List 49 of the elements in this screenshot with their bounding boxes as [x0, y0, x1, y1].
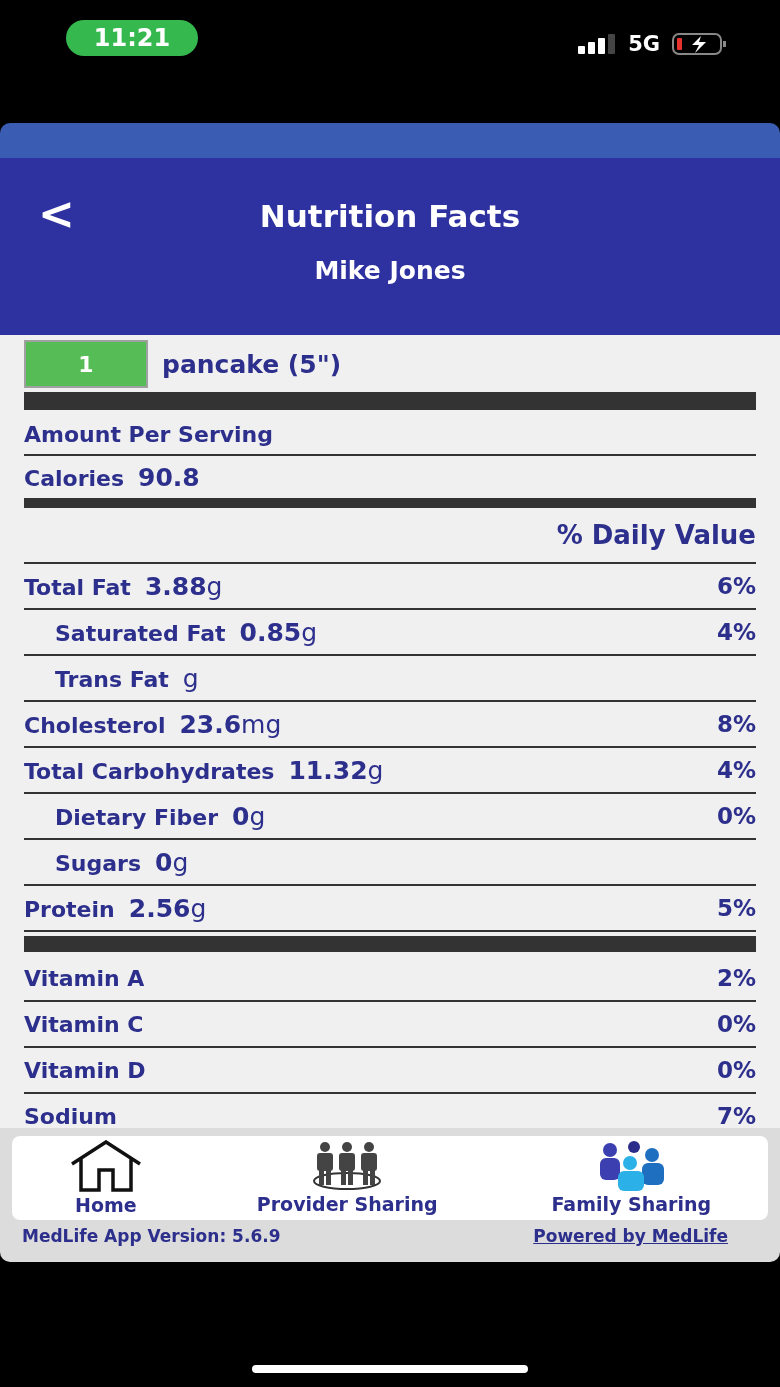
- status-time: 11:21: [66, 20, 198, 56]
- powered-by-link[interactable]: Powered by MedLife: [533, 1226, 728, 1246]
- daily-value-percent: 4%: [716, 619, 756, 645]
- calories-value: 90.8: [138, 462, 200, 492]
- network-label: 5G: [628, 32, 660, 56]
- tab-button[interactable]: Family Sharing: [551, 1141, 712, 1215]
- daily-value-percent: 2%: [716, 965, 756, 991]
- nutrient-amount: g: [182, 663, 199, 693]
- nutrient-name: Total Carbohydrates: [24, 758, 275, 784]
- nutrient-amount: 2.56g: [128, 893, 207, 923]
- app-version: MedLife App Version: 5.6.9: [22, 1226, 281, 1246]
- daily-value-percent: 5%: [716, 895, 756, 921]
- nutrient-amount: 11.32g: [288, 755, 384, 785]
- nutrient-name: Vitamin A: [24, 965, 145, 991]
- daily-value-percent: 8%: [716, 711, 756, 737]
- back-button[interactable]: <: [38, 188, 75, 239]
- nutrient-name: Protein: [24, 896, 115, 922]
- nutrient-amount: 0g: [155, 847, 189, 877]
- nutrient-amount: 23.6mg: [179, 709, 282, 739]
- amount-per-serving-label: Amount Per Serving: [24, 421, 274, 447]
- battery-charging-icon: [672, 33, 728, 55]
- nutrient-name: Vitamin C: [24, 1011, 144, 1037]
- daily-value-percent: 7%: [716, 1103, 756, 1128]
- nutrient-name: Dietary Fiber: [55, 804, 219, 830]
- nutrient-name: Saturated Fat: [55, 620, 226, 646]
- tab-button[interactable]: Provider Sharing: [256, 1141, 438, 1215]
- calories-label: Calories: [24, 465, 125, 491]
- daily-value-percent: 0%: [716, 803, 756, 829]
- serving-unit: pancake (5"): [162, 349, 342, 379]
- nutrient-amount: 3.88g: [144, 571, 223, 601]
- nutrient-name: Vitamin D: [24, 1057, 146, 1083]
- screen-title: Nutrition Facts: [259, 198, 521, 234]
- nutrient-name: Trans Fat: [55, 666, 169, 692]
- tab-button[interactable]: Home: [68, 1140, 143, 1216]
- daily-value-percent: 4%: [716, 757, 756, 783]
- nutrient-name: Cholesterol: [24, 712, 166, 738]
- nutrient-amount: 0.85g: [239, 617, 318, 647]
- people-group-icon: [311, 1141, 384, 1191]
- nutrient-name: Sugars: [55, 850, 142, 876]
- house-icon: [68, 1140, 143, 1192]
- nutrient-amount: 0g: [232, 801, 266, 831]
- user-name: Mike Jones: [314, 256, 466, 285]
- signal-icon: [578, 34, 617, 54]
- daily-value-percent: 0%: [716, 1057, 756, 1083]
- daily-value-percent: 6%: [716, 573, 756, 599]
- daily-value-percent: 0%: [716, 1011, 756, 1037]
- nutrient-name: Total Fat: [24, 574, 131, 600]
- daily-value-header: % Daily Value: [556, 520, 756, 550]
- nutrient-name: Sodium: [24, 1103, 117, 1128]
